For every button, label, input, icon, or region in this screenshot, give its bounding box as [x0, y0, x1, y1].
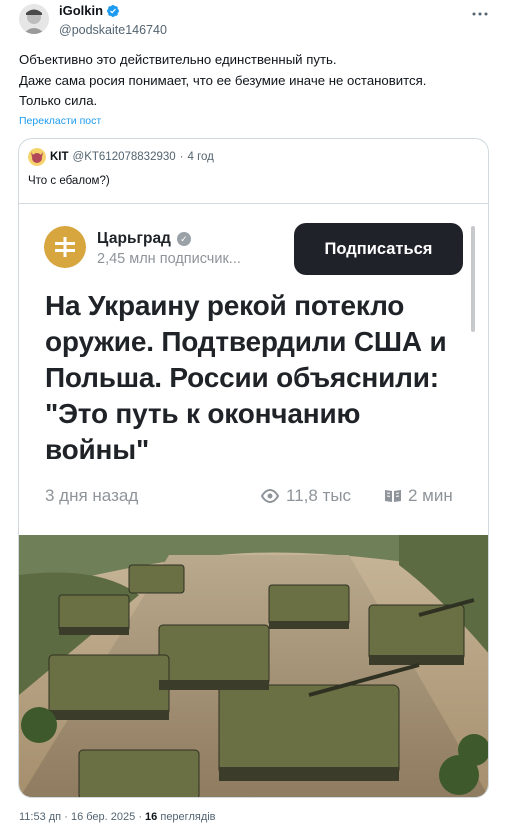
- separator-dot: ·: [179, 151, 184, 163]
- tweet-line: Объективно это действительно единственны…: [19, 52, 337, 67]
- verified-badge-icon: [107, 5, 120, 17]
- article-read-time: 2 мин: [384, 486, 453, 506]
- tweet-text: Объективно это действительно единственны…: [19, 50, 489, 112]
- article-headline: На Украину рекой потекло оружие. Подтвер…: [45, 290, 447, 465]
- article-scrollbar: [471, 226, 475, 332]
- article-views: 11,8 тыс: [260, 486, 351, 506]
- military-vehicles-illustration: [19, 535, 488, 797]
- views-count: 16: [145, 811, 158, 823]
- article-meta: 3 дня назад 11,8 тыс 2 мин: [45, 486, 465, 508]
- quote-header: KIT @KT612078832930 · 4 год: [28, 148, 214, 166]
- article-date: 3 дня назад: [45, 486, 139, 505]
- article-read-time-text: 2 мин: [408, 486, 453, 505]
- author-display-name[interactable]: iGolkin: [59, 3, 120, 19]
- channel-name-text: Царьград: [97, 230, 171, 247]
- tweet-header: iGolkin @podskaite146740: [0, 0, 508, 44]
- tweet-line: Только сила.: [19, 93, 98, 108]
- article-screenshot: Царьград ✓ 2,45 млн подписчик... Подписа…: [19, 203, 488, 537]
- quote-author-name[interactable]: KIT: [50, 151, 69, 163]
- quote-avatar[interactable]: [28, 148, 46, 166]
- subscribe-button: Подписаться: [294, 223, 463, 275]
- author-handle[interactable]: @podskaite146740: [59, 22, 167, 38]
- book-icon: [385, 490, 401, 502]
- translate-post-link[interactable]: Перекласти пост: [19, 114, 101, 128]
- channel-subscribers: 2,45 млн подписчик...: [97, 251, 241, 267]
- post-date[interactable]: 16 бер. 2025: [71, 811, 135, 823]
- author-name-text[interactable]: iGolkin: [59, 3, 103, 19]
- quoted-tweet-card[interactable]: KIT @KT612078832930 · 4 год Что с ебалом…: [18, 138, 489, 798]
- channel-verified-icon: ✓: [176, 232, 191, 246]
- quote-text: Что с ебалом?): [28, 175, 110, 187]
- quote-author-handle[interactable]: @KT612078832930: [73, 151, 176, 163]
- more-dots-icon: [472, 12, 488, 16]
- quote-timestamp[interactable]: 4 год: [188, 151, 214, 163]
- post-time[interactable]: 11:53 дп: [19, 811, 61, 823]
- tweet-footer: 11:53 дп · 16 бер. 2025 · 16 переглядів: [19, 810, 216, 824]
- tweet-line: Даже сама росия понимает, что ее безумие…: [19, 72, 427, 88]
- channel-name: Царьград ✓: [97, 230, 191, 248]
- views-label: переглядів: [160, 811, 216, 823]
- author-avatar[interactable]: [19, 4, 49, 34]
- eye-icon: [260, 489, 280, 503]
- separator-dot: ·: [138, 811, 142, 823]
- channel-logo-icon: [44, 226, 86, 268]
- more-options-button[interactable]: [470, 4, 490, 24]
- article-views-count: 11,8 тыс: [286, 486, 352, 505]
- separator-dot: ·: [64, 811, 68, 823]
